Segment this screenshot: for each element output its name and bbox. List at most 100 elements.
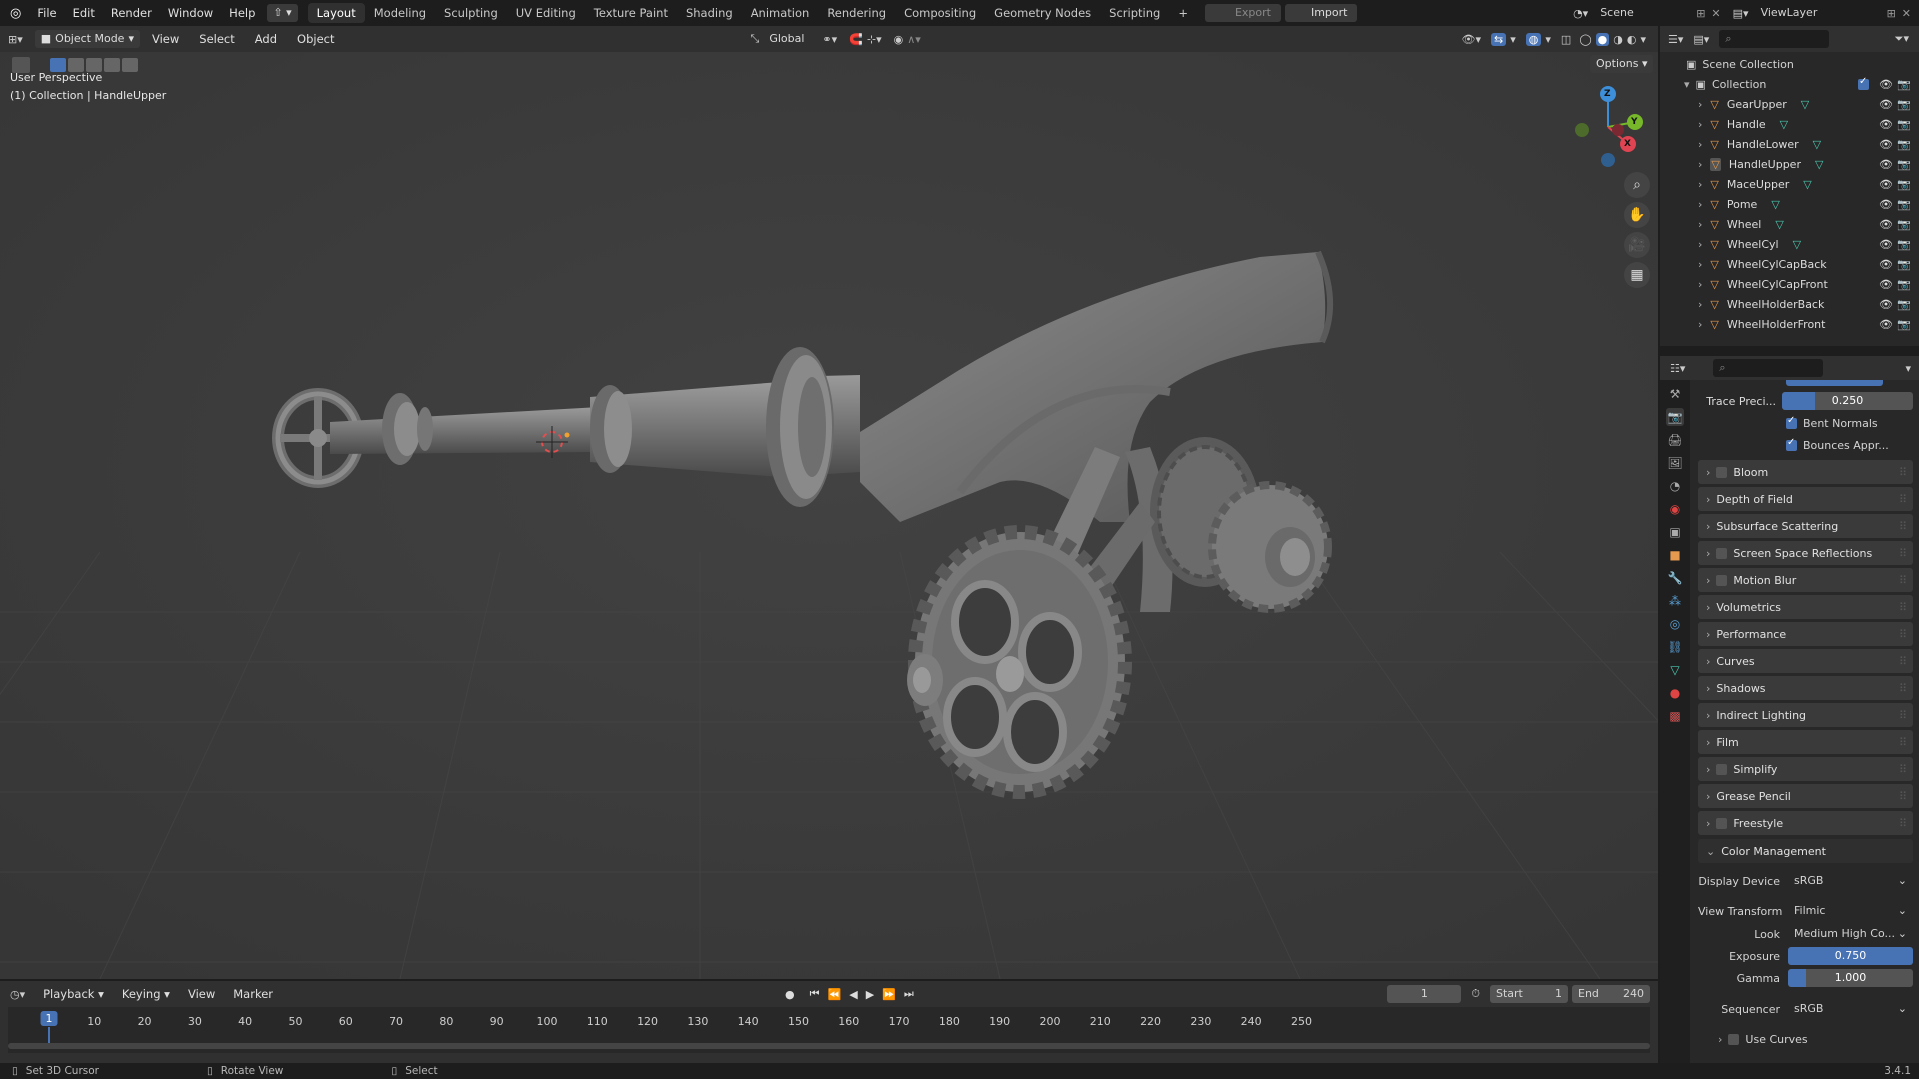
camera-icon[interactable]: 📷 [1897,318,1911,331]
scene-tab-icon[interactable]: ◔ [1666,477,1684,495]
solid-shading-icon[interactable]: ● [1595,32,1610,46]
color-management-panel[interactable]: ⌄ Color Management [1698,839,1913,863]
expand-chevron-icon[interactable]: › [1698,158,1702,171]
play-reverse-icon[interactable]: ◀ [849,988,857,1001]
expand-chevron-icon[interactable]: › [1698,118,1702,131]
drag-handle-icon[interactable]: ⠿ [1899,601,1907,614]
material-shading-icon[interactable]: ◑ [1613,33,1623,46]
jump-keyframe-forward-icon[interactable]: ⏩ [882,988,896,1001]
bent-normals-checkbox[interactable] [1786,415,1797,429]
drag-handle-icon[interactable]: ⠿ [1899,574,1907,587]
expand-chevron-icon[interactable]: › [1698,178,1702,191]
menu-select[interactable]: Select [191,26,242,52]
camera-icon[interactable]: 📷 [1897,218,1911,231]
drag-handle-icon[interactable]: ⠿ [1899,736,1907,749]
panel-grease-pencil[interactable]: › Grease Pencil ⠿ [1698,784,1913,808]
camera-icon[interactable]: 📷 [1897,298,1911,311]
menu-playback[interactable]: Playback ▾ [35,981,112,1007]
collection-exclude-checkbox[interactable] [1858,76,1869,90]
drag-handle-icon[interactable]: ⠿ [1899,682,1907,695]
frame-ruler[interactable]: 1 10 20 30 40 50 60 70 80 90 100 110 120 130 140 150 160… [8,1007,1650,1053]
tab-compositing[interactable]: Compositing [895,3,985,23]
bounces-approx-row[interactable]: Bounces Appr... [1698,434,1913,456]
modifier-tab-icon[interactable]: 🔧 [1666,569,1684,587]
tab-shading[interactable]: Shading [677,3,742,23]
tab-texture-paint[interactable]: Texture Paint [585,3,677,23]
panel-performance[interactable]: › Performance ⠿ [1698,622,1913,646]
tool-tab-icon[interactable]: ⚒ [1666,385,1684,403]
jump-end-icon[interactable]: ⏭ [904,987,914,1001]
view-layer-icon[interactable]: ▤▾ [1733,7,1749,20]
publish-icon[interactable]: ⇧ ▾ [267,4,298,22]
panel-enable-checkbox[interactable] [1716,547,1728,559]
pin-icon[interactable]: ⊞ [1696,7,1705,20]
new-view-layer-icon[interactable]: ⊞ [1887,7,1896,20]
exposure-slider[interactable]: 0.750 [1788,947,1913,965]
panel-volumetrics[interactable]: › Volumetrics ⠿ [1698,595,1913,619]
tab-uv-editing[interactable]: UV Editing [507,3,585,23]
expand-chevron-icon[interactable]: › [1698,238,1702,251]
snap-icon[interactable]: 🧲 [849,33,863,46]
rendered-shading-icon[interactable]: ◐ [1627,33,1637,46]
select-extend-icon[interactable] [68,58,84,72]
panel-freestyle[interactable]: › Freestyle ⠿ [1698,811,1913,835]
world-tab-icon[interactable]: ◉ [1666,500,1684,518]
end-frame-field[interactable]: End 240 [1572,985,1650,1003]
select-subtract-icon[interactable] [86,58,102,72]
timeline-editor-icon[interactable]: ◷▾ [10,988,25,1001]
particles-tab-icon[interactable]: ⁂ [1666,592,1684,610]
expand-chevron-icon[interactable]: › [1698,138,1702,151]
tab-geometry-nodes[interactable]: Geometry Nodes [985,3,1100,23]
texture-tab-icon[interactable]: ▩ [1666,707,1684,725]
bent-normals-row[interactable]: Bent Normals [1698,412,1913,434]
outliner-item[interactable]: › ▽ GearUpper ▽ 👁 📷 [1660,94,1919,114]
add-workspace-button[interactable]: + [1169,3,1197,23]
menu-edit[interactable]: Edit [65,0,103,26]
eye-icon[interactable]: 👁 [1879,258,1893,271]
falloff-icon[interactable]: ∧▾ [907,33,921,46]
camera-icon[interactable]: 📷 [1897,98,1911,111]
menu-marker[interactable]: Marker [225,981,281,1007]
menu-object[interactable]: Object [289,26,342,52]
select-intersect-icon[interactable] [122,58,138,72]
outliner-editor-icon[interactable]: ☰▾ [1668,33,1683,46]
stopwatch-icon[interactable]: ⏱ [1471,987,1480,1001]
camera-icon[interactable]: 📷 [1897,258,1911,271]
bounces-approx-checkbox[interactable] [1786,437,1797,451]
material-tab-icon[interactable]: ● [1666,684,1684,702]
tab-modeling[interactable]: Modeling [365,3,435,23]
panel-depth-of-field[interactable]: › Depth of Field ⠿ [1698,487,1913,511]
sequencer-select[interactable]: sRGB ⌄ [1788,1000,1913,1018]
properties-search-input[interactable]: ⌕ [1713,359,1824,377]
outliner-item[interactable]: › ▽ WheelHolderBack 👁 📷 [1660,294,1919,314]
panel-shadows[interactable]: › Shadows ⠿ [1698,676,1913,700]
zoom-icon[interactable]: ⌕ [1624,172,1650,198]
camera-view-icon[interactable]: 🎥 [1624,232,1650,258]
expand-chevron-icon[interactable]: › [1698,218,1702,231]
menu-window[interactable]: Window [160,0,221,26]
outliner-item[interactable]: › ▽ MaceUpper ▽ 👁 📷 [1660,174,1919,194]
view-layer-selector[interactable]: ViewLayer [1754,4,1881,22]
eye-icon[interactable]: 👁 [1879,118,1893,131]
scene-collection-row[interactable]: ▣ Scene Collection [1660,54,1919,74]
outliner-item[interactable]: › ▽ Pome ▽ 👁 📷 [1660,194,1919,214]
expand-chevron-icon[interactable]: › [1698,278,1702,291]
mesh-data-icon[interactable]: ▽ [1771,198,1779,211]
eye-icon[interactable]: 👁 [1879,98,1893,111]
xray-icon[interactable]: ◫ [1561,33,1571,46]
eye-icon[interactable]: 👁 [1879,318,1893,331]
record-icon[interactable]: ● [785,988,795,1001]
eye-icon[interactable]: 👁 [1879,278,1893,291]
panel-enable-checkbox[interactable] [1716,574,1728,586]
camera-icon[interactable]: 📷 [1897,198,1911,211]
panel-enable-checkbox[interactable] [1716,817,1728,829]
eye-icon[interactable]: 👁 [1879,78,1893,91]
panel-simplify[interactable]: › Simplify ⠿ [1698,757,1913,781]
panel-film[interactable]: › Film ⠿ [1698,730,1913,754]
outliner-item[interactable]: › ▽ WheelCyl ▽ 👁 📷 [1660,234,1919,254]
jump-start-icon[interactable]: ⏮ [810,987,820,1001]
eye-icon[interactable]: 👁 [1879,298,1893,311]
camera-icon[interactable]: 📷 [1897,138,1911,151]
physics-tab-icon[interactable]: ◎ [1666,615,1684,633]
properties-options-icon[interactable]: ▾ [1905,362,1911,375]
